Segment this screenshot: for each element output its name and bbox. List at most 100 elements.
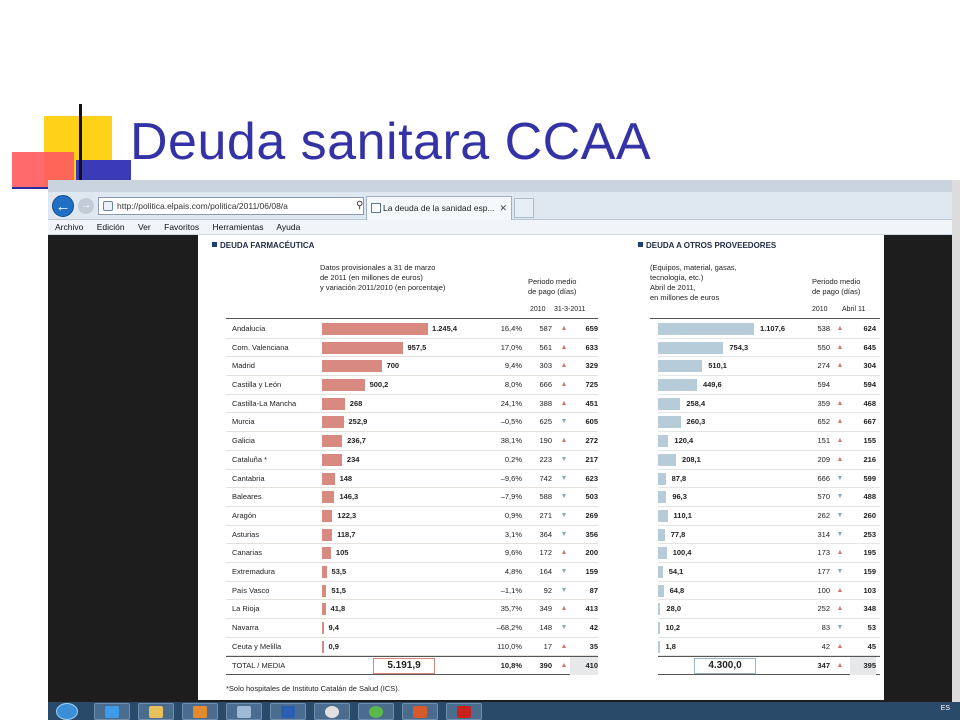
- taskbar-mail-icon[interactable]: [226, 703, 262, 720]
- pharma-period-2011: 356: [585, 529, 598, 539]
- table-row: Navarra 9,4 –68,2% 148 ▼ 42: [226, 619, 598, 638]
- scrollbar[interactable]: [952, 180, 960, 720]
- pharma-value: 268: [349, 398, 363, 408]
- providers-period-2011: 216: [863, 454, 876, 464]
- providers-period-2011: 348: [863, 604, 876, 614]
- arrow-up-icon: ▲: [836, 662, 844, 670]
- table-row-total: TOTAL / MEDIA 5.191,9 10,8% 390 ▲ 410: [226, 656, 598, 676]
- menu-edicion[interactable]: Edición: [97, 222, 125, 232]
- table-row: 449,6 594 594: [658, 376, 880, 395]
- table-row: País Vasco 51,5 –1,1% 92 ▼ 87: [226, 582, 598, 601]
- start-button[interactable]: [56, 703, 78, 720]
- arrow-up-icon: ▲: [560, 343, 568, 351]
- browser-tab[interactable]: La deuda de la sanidad esp... ✕: [366, 196, 512, 220]
- providers-bar: [658, 491, 667, 504]
- new-tab-button[interactable]: [514, 198, 534, 218]
- table-row: 100,4 173 ▲ 195: [658, 544, 880, 563]
- pharma-pct: 9,4%: [504, 361, 522, 371]
- menu-herramientas[interactable]: Herramientas: [212, 222, 263, 232]
- pharma-period-2010: 561: [539, 342, 552, 352]
- table-row: 28,0 252 ▲ 348: [658, 600, 880, 619]
- menu-archivo[interactable]: Archivo: [55, 222, 83, 232]
- region-name: Aragón: [232, 510, 257, 520]
- providers-total-value: 4.300,0: [694, 658, 756, 675]
- language-indicator[interactable]: ES: [941, 705, 950, 712]
- providers-period-2010: 177: [817, 566, 830, 576]
- providers-bar: [658, 397, 681, 410]
- taskbar-ie-icon[interactable]: [94, 703, 130, 720]
- taskbar-media-icon[interactable]: [182, 703, 218, 720]
- tab-page-icon: [371, 203, 381, 213]
- region-name: Castilla-La Mancha: [232, 398, 297, 408]
- providers-period-2010: 252: [817, 604, 830, 614]
- pharma-period-2010: 625: [539, 417, 552, 427]
- pharma-period-2010: 148: [539, 623, 552, 632]
- pharma-pct: 0,2%: [504, 454, 522, 464]
- page-icon: [103, 201, 113, 211]
- menu-ver[interactable]: Ver: [138, 222, 151, 232]
- providers-bar: [658, 472, 666, 485]
- taskbar-pdf-icon[interactable]: [446, 703, 482, 720]
- arrow-down-icon: ▼: [836, 511, 844, 519]
- address-tools[interactable]: ⚲▾▦↻✕: [353, 198, 363, 214]
- providers-period-2011: 304: [863, 361, 876, 371]
- region-name: Andalucía: [232, 324, 266, 333]
- pharma-pct: 17,0%: [500, 342, 522, 352]
- region-name: Murcia: [232, 417, 255, 427]
- arrow-up-icon: ▲: [836, 343, 844, 351]
- arrow-up-icon: ▲: [836, 455, 844, 463]
- pharma-table: Andalucía 1.245,4 16,4% 587 ▲ 659 Com. Valenci…: [226, 320, 598, 676]
- pharma-pct: 3,1%: [504, 529, 522, 539]
- table-row: Galicia 236,7 38,1% 190 ▲ 272: [226, 432, 598, 451]
- arrow-down-icon: ▼: [560, 474, 568, 482]
- providers-bar: [658, 622, 660, 634]
- pharma-period-2011: 659: [585, 324, 598, 333]
- address-bar[interactable]: http://politica.elpais.com/politica/2011…: [98, 197, 364, 215]
- forward-button[interactable]: →: [78, 198, 94, 214]
- arrow-down-icon: ▼: [836, 474, 844, 482]
- menu-ayuda[interactable]: Ayuda: [276, 222, 300, 232]
- providers-value: 510,1: [708, 361, 727, 371]
- arrow-down-icon: ▼: [560, 567, 568, 575]
- table-row: Murcia 252,9 –0,5% 625 ▼ 605: [226, 413, 598, 433]
- arrow-up-icon: ▲: [836, 399, 844, 407]
- providers-bar: [658, 584, 664, 597]
- pharma-bar: [322, 416, 344, 429]
- pharma-bar: [322, 509, 333, 522]
- arrow-down-icon: ▼: [836, 493, 844, 501]
- menu-favoritos[interactable]: Favoritos: [164, 222, 199, 232]
- pharma-period-2010: 587: [539, 324, 552, 333]
- table-row: Castilla-La Mancha 268 24,1% 388 ▲ 451: [226, 395, 598, 414]
- pharma-bar: [322, 565, 327, 578]
- pharma-total-value: 5.191,9: [373, 658, 435, 675]
- pharma-period-2010: 190: [539, 436, 552, 446]
- region-name: Galicia: [232, 436, 255, 446]
- arrow-down-icon: ▼: [836, 530, 844, 538]
- providers-note: (Equipos, material, gasas, tecnología, e…: [650, 263, 737, 302]
- taskbar-word-icon[interactable]: [270, 703, 306, 720]
- pharma-bar: [322, 360, 382, 373]
- back-button[interactable]: ←: [52, 195, 74, 217]
- pharma-pct: –7,9%: [500, 492, 522, 502]
- pharma-period-2011: 87: [589, 585, 598, 595]
- taskbar-folder-icon[interactable]: [138, 703, 174, 720]
- pharma-value: 1.245,4: [432, 324, 458, 333]
- taskbar-spotify-icon[interactable]: [358, 703, 394, 720]
- taskbar-powerpoint-icon[interactable]: [402, 703, 438, 720]
- pharma-bar: [322, 528, 333, 541]
- taskbar: ES: [48, 702, 960, 720]
- providers-period-2011: 103: [863, 585, 876, 595]
- search-icon[interactable]: ⚲: [356, 200, 363, 211]
- providers-period-2010: 652: [817, 417, 830, 427]
- tab-close-icon[interactable]: ✕: [499, 197, 507, 219]
- arrow-up-icon: ▲: [836, 325, 844, 332]
- pharma-col-2010: 2010: [530, 306, 546, 313]
- providers-period-2010: 594: [817, 380, 830, 390]
- taskbar-chrome-icon[interactable]: [314, 703, 350, 720]
- table-row: Madrid 700 9,4% 303 ▲ 329: [226, 357, 598, 377]
- pharma-value: 118,7: [337, 529, 356, 539]
- pharma-period-2011: 200: [585, 548, 598, 558]
- pharma-bar: [322, 640, 324, 653]
- pharma-value: 148: [339, 473, 353, 483]
- providers-period-2011: 45: [867, 641, 876, 651]
